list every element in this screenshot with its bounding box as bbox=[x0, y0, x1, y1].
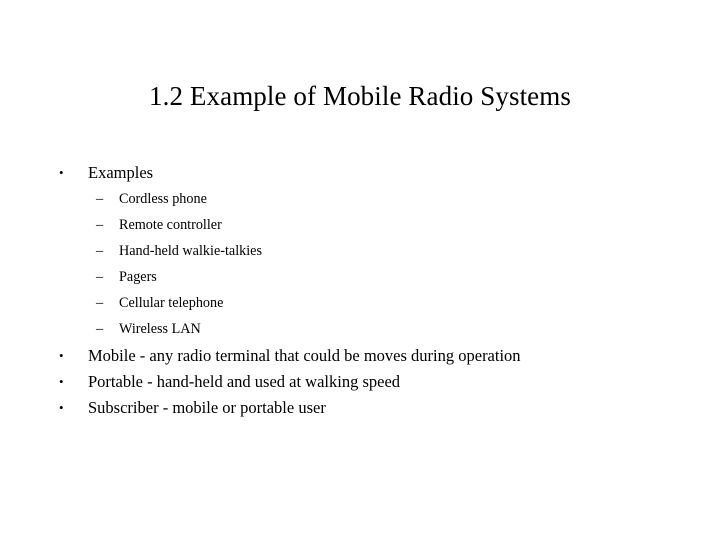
bullet-item-level2: – Pagers bbox=[0, 264, 720, 290]
bullet-dot-icon: • bbox=[59, 165, 64, 180]
bullet-list: • Examples – Cordless phone – Remote controll… bbox=[0, 160, 720, 421]
bullet-dot-icon: • bbox=[59, 400, 64, 415]
page-title: 1.2 Example of Mobile Radio Systems bbox=[149, 81, 571, 111]
bullet-item-label: Portable - hand-held and used at walking… bbox=[88, 372, 401, 391]
bullet-item-label: Cellular telephone bbox=[119, 295, 224, 311]
bullet-item-level2: – Hand-held walkie-talkies bbox=[0, 238, 720, 264]
bullet-dash-icon: – bbox=[96, 217, 104, 233]
bullet-item-label: Remote controller bbox=[119, 217, 222, 233]
slide-canvas: 1.2 Example of Mobile Radio Systems • Exa… bbox=[0, 0, 720, 540]
bullet-dash-icon: – bbox=[96, 321, 104, 337]
slide-body-list: • Examples – Cordless phone – Remote controll… bbox=[0, 160, 720, 421]
bullet-item-label: Wireless LAN bbox=[119, 321, 201, 337]
bullet-item-level1: • Subscriber - mobile or portable user bbox=[0, 395, 720, 421]
bullet-item-level1: • Examples bbox=[0, 160, 720, 186]
bullet-item-level2: – Wireless LAN bbox=[0, 316, 720, 342]
bullet-dot-icon: • bbox=[59, 374, 64, 389]
bullet-item-level2: – Cordless phone bbox=[0, 186, 720, 212]
bullet-item-label: Hand-held walkie-talkies bbox=[119, 243, 263, 259]
bullet-dash-icon: – bbox=[96, 191, 104, 207]
bullet-item-level2: – Remote controller bbox=[0, 212, 720, 238]
bullet-item-label: Pagers bbox=[119, 269, 157, 285]
bullet-dash-icon: – bbox=[96, 243, 104, 259]
bullet-item-label: Cordless phone bbox=[119, 191, 207, 207]
bullet-item-label: Examples bbox=[88, 163, 154, 182]
bullet-item-label: Subscriber - mobile or portable user bbox=[88, 398, 326, 417]
bullet-dash-icon: – bbox=[96, 269, 104, 285]
bullet-dot-icon: • bbox=[59, 348, 64, 363]
bullet-dash-icon: – bbox=[96, 295, 104, 311]
bullet-item-level1: • Portable - hand-held and used at walkin… bbox=[0, 369, 720, 395]
bullet-item-level2: – Cellular telephone bbox=[0, 290, 720, 316]
bullet-item-label: Mobile - any radio terminal that could b… bbox=[88, 346, 521, 365]
bullet-item-level1: • Mobile - any radio terminal that could … bbox=[0, 343, 720, 369]
